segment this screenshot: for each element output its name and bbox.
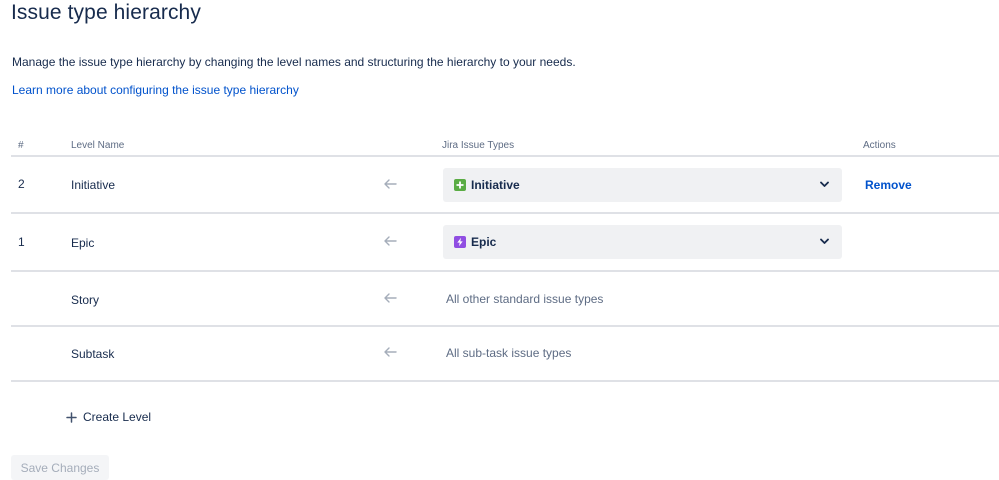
initiative-icon: [454, 179, 466, 191]
table-row: Subtask All sub-task issue types: [11, 327, 999, 382]
issue-type-description: All other standard issue types: [446, 292, 604, 306]
chevron-down-icon: [820, 181, 829, 187]
issue-type-select[interactable]: Initiative: [443, 168, 842, 202]
header-actions: Actions: [863, 140, 896, 151]
issue-type-selected: Initiative: [471, 178, 520, 192]
remove-button[interactable]: Remove: [865, 178, 912, 192]
table-row: 1 Epic Epic: [11, 214, 999, 272]
arrow-left-icon: [384, 293, 397, 303]
plus-icon: [66, 411, 77, 423]
epic-icon: [454, 236, 466, 248]
create-level-button[interactable]: Create Level: [66, 410, 151, 424]
level-name[interactable]: Initiative: [71, 178, 115, 192]
table-row: Story All other standard issue types: [11, 272, 999, 327]
issue-type-selected: Epic: [471, 235, 497, 249]
arrow-left-icon: [384, 179, 397, 189]
level-name[interactable]: Subtask: [71, 347, 114, 361]
header-number: #: [18, 140, 24, 151]
table-header: # Level Name Jira Issue Types Actions: [11, 136, 999, 157]
arrow-left-icon: [384, 347, 397, 357]
issue-type-description: All sub-task issue types: [446, 346, 572, 360]
level-number: 1: [18, 235, 25, 249]
level-number: 2: [18, 177, 25, 191]
header-level-name: Level Name: [71, 140, 125, 151]
learn-more-link[interactable]: Learn more about configuring the issue t…: [12, 83, 299, 97]
page-description: Manage the issue type hierarchy by chang…: [12, 55, 576, 69]
page-title: Issue type hierarchy: [11, 1, 201, 24]
chevron-down-icon: [820, 238, 829, 244]
issue-type-select[interactable]: Epic: [443, 225, 842, 259]
table-row: 2 Initiative Initiative Remove: [11, 157, 999, 214]
arrow-left-icon: [384, 236, 397, 246]
hierarchy-table: # Level Name Jira Issue Types Actions 2 …: [11, 136, 999, 382]
header-issue-types: Jira Issue Types: [442, 140, 515, 151]
save-changes-button[interactable]: Save Changes: [11, 455, 109, 480]
create-level-label: Create Level: [83, 410, 152, 424]
level-name[interactable]: Story: [71, 293, 99, 307]
level-name[interactable]: Epic: [71, 236, 94, 250]
